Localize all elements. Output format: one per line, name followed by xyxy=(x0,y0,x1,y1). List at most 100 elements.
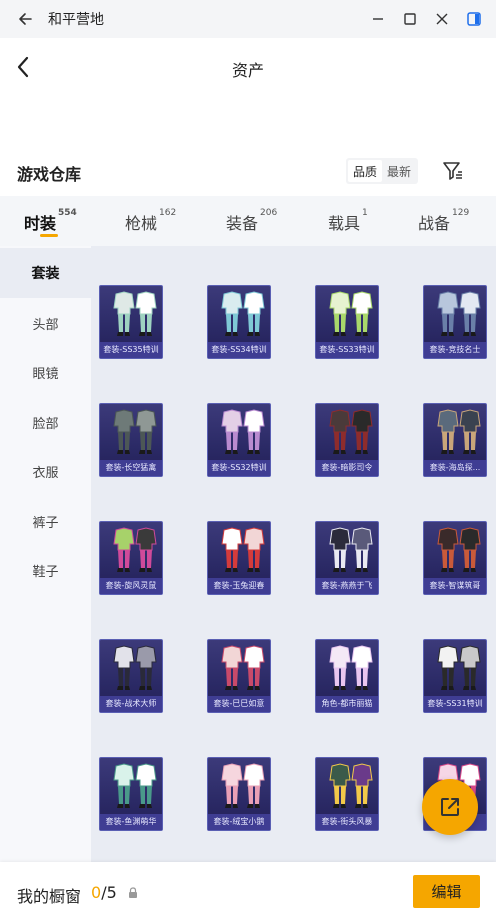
sort-option-quality[interactable]: 品质 xyxy=(348,160,383,182)
outfit-thumbnail xyxy=(221,409,265,454)
outfit-thumbnail xyxy=(329,645,373,690)
tab-count: 162 xyxy=(159,208,177,218)
outfit-card-label: 套装-暗影司令 xyxy=(316,460,378,476)
outfit-card[interactable]: 套装-SS32特训 xyxy=(207,403,271,477)
outfit-card-label: 套装-竞技名士 xyxy=(424,342,486,358)
outfit-thumbnail xyxy=(113,291,157,336)
outfit-card[interactable]: 套装-巳巳如意 xyxy=(207,639,271,713)
outfit-thumbnail xyxy=(113,645,157,690)
outfit-card-label: 套装-SS32特训 xyxy=(208,460,270,476)
sidebar: 套装 头部 眼镜 脸部 衣服 裤子 鞋子 xyxy=(0,246,91,862)
outfit-card[interactable]: 套装-暗影司令 xyxy=(315,403,379,477)
item-grid: 套装-SS35特训 套装-SS34特训 套装-SS33特训 套装-竞技名士套装-长空猛… xyxy=(91,246,496,862)
filter-button[interactable] xyxy=(440,158,466,184)
sort-toggle: 品质 最新 xyxy=(346,158,419,184)
sort-option-latest[interactable]: 最新 xyxy=(382,160,416,182)
showcase-total: /5 xyxy=(101,883,117,902)
outfit-card[interactable]: 套装-长空猛禽 xyxy=(99,403,163,477)
minimize-button[interactable] xyxy=(366,7,390,31)
section-title: 游戏仓库 xyxy=(17,165,82,184)
outfit-card-label: 套装-SS35特训 xyxy=(100,342,162,358)
outfit-card-label: 套装-鱼渊萌华 xyxy=(100,814,162,830)
outfit-card-label: 套装-SS34特训 xyxy=(208,342,270,358)
page-title: 资产 xyxy=(231,61,264,80)
outfit-card[interactable]: 套装-战术大师 xyxy=(99,639,163,713)
window-back-button[interactable] xyxy=(12,6,38,32)
outfit-card[interactable]: 套装-竞技名士 xyxy=(423,285,487,359)
outfit-card[interactable]: 套装-绒宝小鹅 xyxy=(207,757,271,831)
window-titlebar: 和平营地 xyxy=(0,0,496,38)
sidebar-item-head[interactable]: 头部 xyxy=(0,298,91,348)
outfit-card-label: 套装-巳巳如意 xyxy=(208,696,270,712)
close-button[interactable] xyxy=(430,7,454,31)
outfit-card-label: 套装-智谋筑哥 xyxy=(424,578,486,594)
outfit-card[interactable]: 套装-SS31特训 xyxy=(423,639,487,713)
minimize-icon xyxy=(373,18,383,20)
showcase-count: 0/5 xyxy=(91,883,117,902)
share-button[interactable] xyxy=(422,779,478,835)
filter-icon xyxy=(443,162,462,180)
outfit-card-label: 套装-绒宝小鹅 xyxy=(208,814,270,830)
outfit-card-label: 套装-SS31特训 xyxy=(424,696,486,712)
tab-fashion[interactable]: 时装554 xyxy=(24,208,77,237)
lock-icon xyxy=(129,887,137,898)
outfit-card[interactable]: 套装-SS35特训 xyxy=(99,285,163,359)
edit-button[interactable]: 编辑 xyxy=(413,875,480,908)
category-tabs: 时装554 枪械162 装备206 载具1 战备129 xyxy=(0,196,496,246)
sidepanel-icon xyxy=(467,12,481,26)
window-title: 和平营地 xyxy=(48,12,104,28)
tab-label: 枪械 xyxy=(125,214,158,233)
outfit-thumbnail xyxy=(437,645,481,690)
outfit-card-label: 套装-燕燕于飞 xyxy=(316,578,378,594)
tab-supplies[interactable]: 战备129 xyxy=(418,208,470,234)
outfit-thumbnail xyxy=(113,527,157,572)
tab-count: 1 xyxy=(362,208,368,218)
outfit-card[interactable]: 套装-智谋筑哥 xyxy=(423,521,487,595)
outfit-card-label: 套装-长空猛禽 xyxy=(100,460,162,476)
sidebar-item-shoes[interactable]: 鞋子 xyxy=(0,545,91,595)
outfit-card[interactable]: 角色-都市丽猫 xyxy=(315,639,379,713)
outfit-thumbnail xyxy=(221,291,265,336)
outfit-card[interactable]: 套装-海岛探... xyxy=(423,403,487,477)
outfit-card-label: 套装-战术大师 xyxy=(100,696,162,712)
outfit-thumbnail xyxy=(329,409,373,454)
outfit-thumbnail xyxy=(221,527,265,572)
sidebar-item-glasses[interactable]: 眼镜 xyxy=(0,347,91,397)
showcase-label: 我的橱窗 xyxy=(17,887,82,906)
outfit-card[interactable]: 套装-旋风灵鼠 xyxy=(99,521,163,595)
outfit-card[interactable]: 套装-SS33特训 xyxy=(315,285,379,359)
tab-count: 206 xyxy=(260,208,278,218)
sidebar-item-face[interactable]: 脸部 xyxy=(0,397,91,447)
tab-vehicles[interactable]: 载具1 xyxy=(328,208,368,234)
outfit-thumbnail xyxy=(113,763,157,808)
outfit-card-label: 套装-SS33特训 xyxy=(316,342,378,358)
outfit-card-label: 套装-海岛探... xyxy=(424,460,486,476)
outfit-card[interactable]: 套装-玉兔迎春 xyxy=(207,521,271,595)
outfit-thumbnail xyxy=(329,763,373,808)
maximize-button[interactable] xyxy=(398,7,422,31)
sidebar-item-clothes[interactable]: 衣服 xyxy=(0,446,91,496)
close-icon xyxy=(436,13,448,25)
outfit-card[interactable]: 套装-燕燕于飞 xyxy=(315,521,379,595)
sidebar-item-sets[interactable]: 套装 xyxy=(0,248,91,298)
tab-label: 时装 xyxy=(24,214,57,233)
sidebar-item-pants[interactable]: 裤子 xyxy=(0,496,91,546)
maximize-icon xyxy=(404,13,416,25)
outfit-thumbnail xyxy=(329,291,373,336)
tab-guns[interactable]: 枪械162 xyxy=(125,208,177,234)
tab-active-indicator xyxy=(40,234,58,237)
outfit-card[interactable]: 套装-SS34特训 xyxy=(207,285,271,359)
tab-label: 载具 xyxy=(328,214,361,233)
outfit-thumbnail xyxy=(437,291,481,336)
tab-label: 装备 xyxy=(226,214,259,233)
tab-equipment[interactable]: 装备206 xyxy=(226,208,278,234)
sidepanel-toggle-button[interactable] xyxy=(462,7,486,31)
outfit-card[interactable]: 套装-街头风暴 xyxy=(315,757,379,831)
tab-count: 129 xyxy=(452,208,470,218)
app-header: 资产 xyxy=(0,38,496,96)
outfit-card-label: 套装-玉兔迎春 xyxy=(208,578,270,594)
outfit-card[interactable]: 套装-鱼渊萌华 xyxy=(99,757,163,831)
outfit-thumbnail xyxy=(437,527,481,572)
bottom-bar: 我的橱窗 0/5 编辑 xyxy=(0,862,496,921)
outfit-card-label: 套装-旋风灵鼠 xyxy=(100,578,162,594)
